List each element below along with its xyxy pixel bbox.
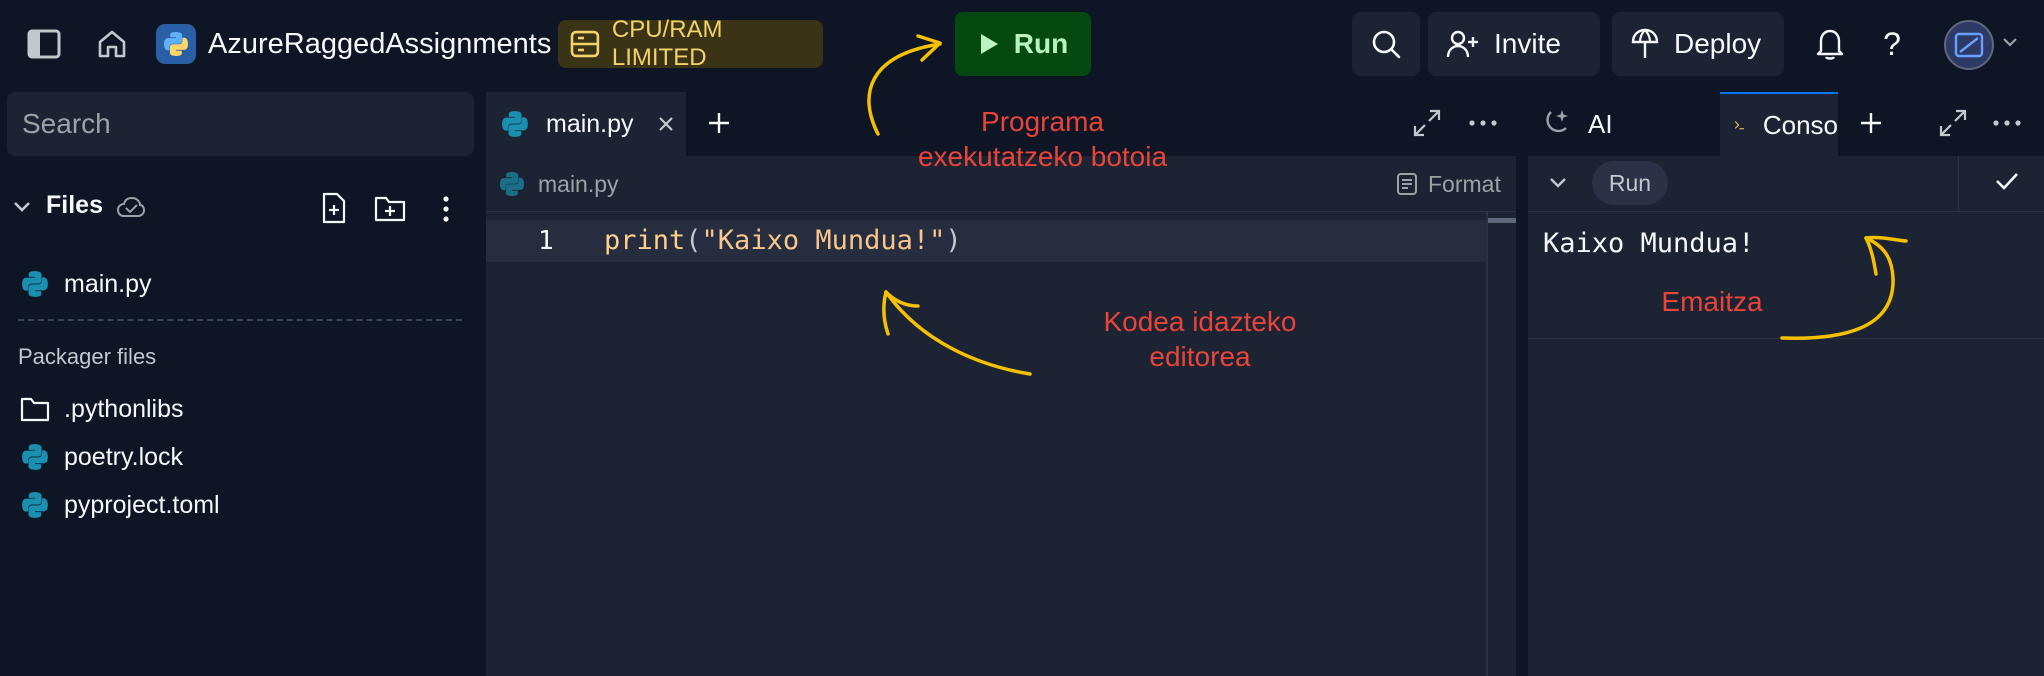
arrow-to-output (1780, 236, 1895, 340)
annotation-arrows (867, 34, 1908, 376)
arrow-to-run-button (867, 42, 942, 136)
